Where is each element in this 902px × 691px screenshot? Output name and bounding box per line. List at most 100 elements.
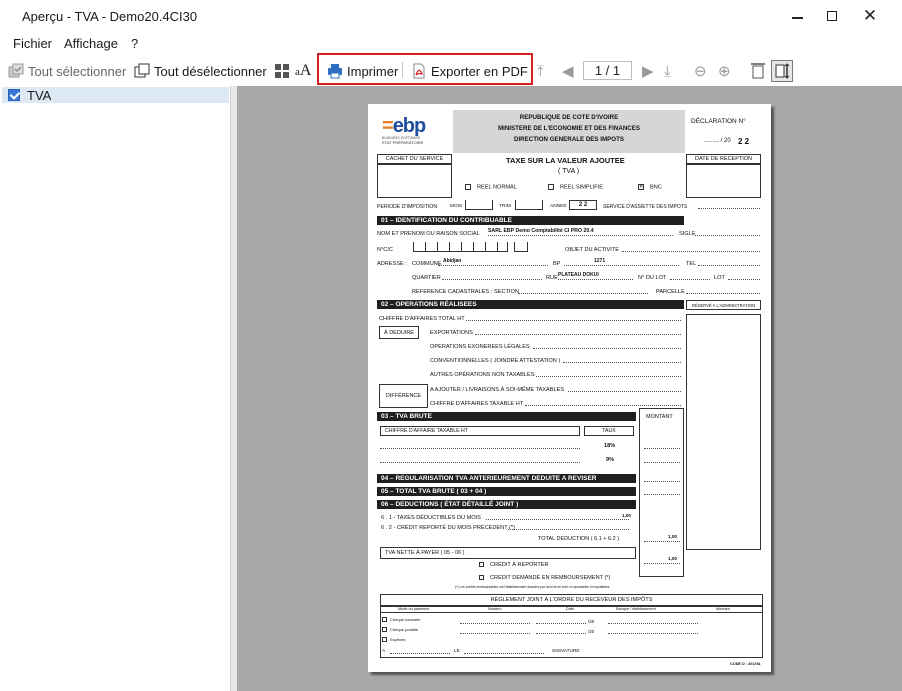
tree-item-tva[interactable]: TVA	[2, 87, 229, 103]
document-tree: TVA	[0, 86, 231, 691]
checkbox-checked-icon[interactable]	[8, 89, 20, 101]
le-label: LE	[454, 649, 460, 654]
col-banque: Banque / établissement	[616, 607, 656, 611]
reserve-label: RÉSERVÉ A L'ADMINISTRATION	[686, 300, 761, 310]
last-page-icon: ⤓	[664, 62, 671, 80]
reserve-box	[686, 314, 761, 550]
nlot-line	[670, 279, 710, 280]
cachet-label: CACHET DU SERVICE	[377, 154, 452, 164]
sigle-line	[695, 235, 760, 236]
row2-date-line	[536, 633, 586, 634]
page-indicator-field[interactable]: 1 / 1	[583, 61, 632, 80]
r18-line	[380, 448, 580, 449]
credit-rembourse-label: CRÉDIT DEMANDÉ EN REMBOURSEMENT (*)	[490, 575, 611, 581]
grid-view-button[interactable]	[274, 61, 294, 81]
preview-area[interactable]: =ebp BUSINESS SOFTWARE ÉTAT PRÉPARATOIRE…	[237, 86, 902, 691]
font-size-button[interactable]: aA	[295, 61, 311, 81]
payment-especes: Espèces	[382, 637, 406, 643]
total-deduction-value: 1,00	[668, 534, 677, 539]
a-ajouter-label: A AJOUTER / LIVRAISONS À SOI-MÊME TAXABL…	[430, 387, 565, 393]
credit-reporter-label: CRÉDIT À REPORTER	[490, 562, 549, 568]
rue-label: RUE	[546, 275, 558, 281]
annee-digits: 2 2	[569, 200, 597, 210]
fit-width-icon	[750, 63, 766, 79]
op-exonerees-line	[533, 348, 681, 349]
lot-line	[728, 279, 760, 280]
year-prefix: ......... / 20	[704, 138, 731, 144]
prev-page-button[interactable]: ◀	[562, 61, 574, 81]
payment-cheque-bancaire: Chèque bancaire	[382, 617, 421, 623]
next-page-button[interactable]: ▶	[642, 61, 654, 81]
ca-total-line	[466, 320, 681, 321]
quartier-line	[442, 279, 542, 280]
d61-value: 1,00	[622, 513, 631, 518]
zoom-in-button[interactable]: ⊕	[718, 61, 731, 81]
d61-label: 6 . 1 - TAXES DÉDUCTIBLES DU MOIS	[381, 515, 481, 521]
close-button[interactable]: ✕	[855, 6, 885, 26]
header-line-3: DIRECTION GENERALE DES IMPOTS	[513, 136, 624, 143]
document-page: =ebp BUSINESS SOFTWARE ÉTAT PRÉPARATOIRE…	[368, 104, 771, 672]
ncc-key-box	[514, 242, 528, 252]
fit-page-button[interactable]	[771, 60, 793, 82]
section-label: SECTION	[494, 289, 519, 295]
adresse-label: ADRESSE :	[377, 261, 407, 267]
window-title: Aperçu - TVA - Demo20.4CI30	[22, 9, 198, 24]
r9-line	[380, 462, 580, 463]
maximize-icon	[827, 11, 837, 21]
menu-fichier[interactable]: Fichier	[13, 36, 52, 51]
d61-line	[486, 519, 629, 520]
zoom-out-button[interactable]: ⊖	[694, 61, 707, 81]
fit-width-button[interactable]	[750, 61, 770, 81]
zoom-out-icon: ⊖	[694, 63, 707, 80]
menu-help[interactable]: ?	[131, 36, 138, 51]
first-page-button[interactable]: ⤒	[537, 61, 544, 81]
nlot-label: N° DU LOT	[638, 275, 667, 281]
ncc-label: N°C/C	[377, 247, 393, 253]
row2-date-suffix: /20	[588, 629, 595, 634]
rate-18: 18%	[604, 443, 616, 449]
section-02-header: 02 – OPERATIONS RÉALISEES	[377, 300, 684, 309]
op-exonerees-label: OPERATIONS EXONEREES LÉGALES	[430, 344, 530, 350]
menu-bar: Fichier Affichage ?	[0, 34, 902, 54]
a-ajouter-line	[568, 391, 681, 392]
bnc-option: ✕ BNC	[638, 184, 662, 191]
section-04-header: 04 – REGULARISATION TVA ANTERIEUREMENT D…	[377, 474, 636, 483]
nom-label: NOM ET PRENOM OU RAISON SOCIAL	[377, 231, 480, 237]
next-page-icon: ▶	[642, 63, 654, 80]
prev-page-icon: ◀	[562, 63, 574, 80]
logo-text: ebp	[392, 115, 427, 137]
commune-line	[438, 265, 548, 266]
ca-taxable2-label: CHIFFRE D'AFFAIRE TAXABLE HT	[380, 426, 580, 436]
col-date: Date	[566, 607, 575, 611]
ca-taxable-line	[525, 405, 681, 406]
deselect-all-label: Tout désélectionner	[154, 63, 267, 79]
rate-9: 9%	[606, 457, 615, 463]
date-reception-label: DATE DE RECEPTION	[686, 154, 761, 164]
tel-label: TEL	[686, 261, 697, 267]
minimize-button[interactable]	[782, 6, 812, 26]
especes-label: Espèces	[390, 637, 406, 642]
autres-op-label: AUTRES OPÉRATIONS NON TAXABLES	[430, 372, 535, 378]
trim-box	[515, 200, 543, 210]
tax-title: TAXE SUR LA VALEUR AJOUTEE	[506, 156, 625, 165]
reel-normal-label: REEL NORMAL	[477, 184, 517, 191]
first-page-icon: ⤒	[537, 62, 544, 80]
tva-nette-line	[644, 563, 680, 564]
mois-label: MOIS	[450, 204, 463, 209]
a-deduire-box: À DEDUIRE	[379, 326, 419, 339]
row2-numero-line	[460, 633, 530, 634]
r9-amount-line	[644, 462, 680, 463]
last-page-button[interactable]: ⤓	[664, 61, 671, 81]
select-all-button[interactable]: Tout sélectionner	[8, 61, 126, 81]
tax-subtitle: ( TVA )	[558, 168, 580, 175]
header-block: REPUBLIQUE DE COTE D'IVOIRE MINISTERE DE…	[453, 110, 685, 153]
service-assiette-line	[698, 208, 760, 209]
nom-line	[488, 235, 673, 236]
parcelle-label: PARCELLE	[656, 289, 685, 295]
deselect-all-button[interactable]: Tout désélectionner	[134, 61, 267, 81]
tel-line	[698, 265, 760, 266]
total-deduction-label: TOTAL DEDUCTION ( 6.1 + 6.2 )	[538, 536, 620, 542]
maximize-button[interactable]	[817, 6, 847, 26]
menu-affichage[interactable]: Affichage	[64, 36, 118, 51]
cheque-bancaire-label: Chèque bancaire	[390, 617, 421, 622]
